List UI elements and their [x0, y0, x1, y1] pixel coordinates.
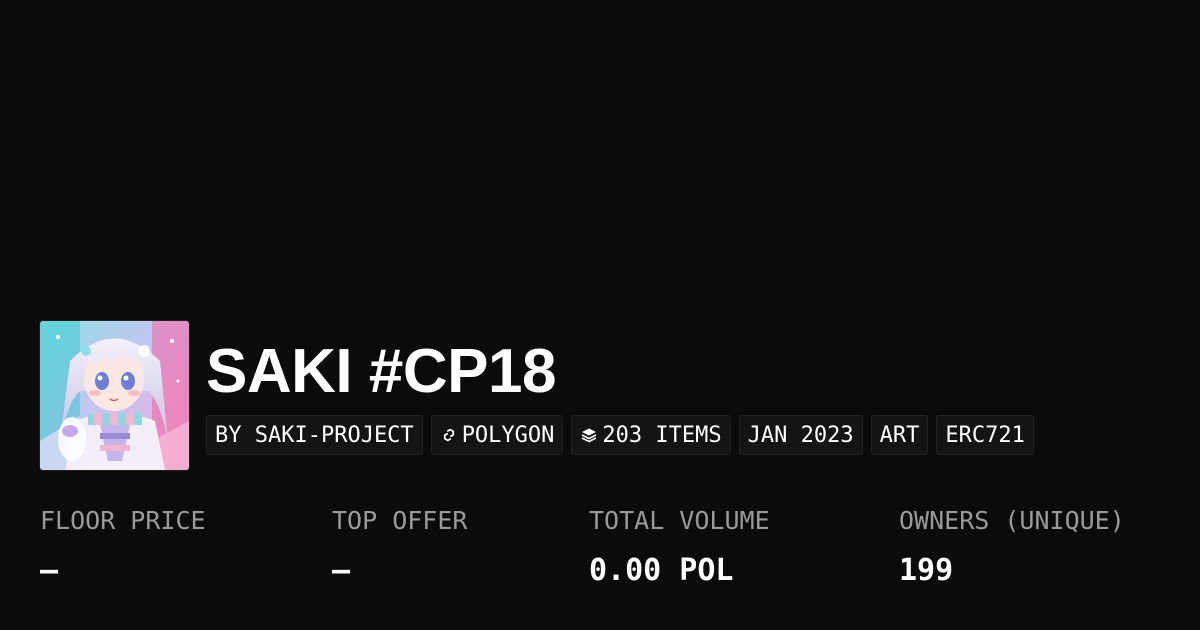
stat-value: 0.00 POL	[589, 553, 734, 588]
polygon-chain-icon	[440, 426, 458, 444]
tag-label: ART	[879, 422, 920, 448]
anime-character-avatar-icon	[40, 321, 189, 470]
tag-creator[interactable]: BY SAKI-PROJECT	[206, 415, 423, 455]
tag-label: BY SAKI-PROJECT	[215, 422, 414, 448]
tag-label: JAN 2023	[747, 422, 854, 448]
tag-chain[interactable]: POLYGON	[430, 415, 564, 455]
stat-top-offer: TOP OFFER –	[332, 503, 467, 589]
stat-total-volume: TOTAL VOLUME 0.00 POL	[589, 503, 770, 589]
stat-value: –	[40, 553, 59, 588]
tag-created-date[interactable]: JAN 2023	[738, 415, 863, 455]
stat-label: OWNERS (UNIQUE)	[899, 506, 1125, 535]
collection-card: SAKI #CP18 BY SAKI-PROJECT POLYGON 203 I…	[0, 0, 1200, 630]
stat-label: TOP OFFER	[332, 506, 468, 535]
stat-label: FLOOR PRICE	[40, 506, 206, 535]
collection-title: SAKI #CP18	[206, 337, 556, 406]
collection-avatar	[40, 321, 189, 470]
stat-label: TOTAL VOLUME	[589, 506, 770, 535]
tag-category[interactable]: ART	[870, 415, 929, 455]
tag-label: 203 ITEMS	[602, 422, 722, 448]
stat-value: 199	[899, 553, 954, 588]
tag-label: POLYGON	[461, 422, 555, 448]
stat-floor-price: FLOOR PRICE –	[40, 503, 206, 589]
stat-owners-unique: OWNERS (UNIQUE) 199	[899, 503, 1125, 589]
tag-item-count[interactable]: 203 ITEMS	[571, 415, 731, 455]
stat-value: –	[332, 553, 351, 588]
tag-label: ERC721	[945, 422, 1025, 448]
collection-tags: BY SAKI-PROJECT POLYGON 203 ITEMS JAN 20…	[206, 415, 1034, 455]
layers-icon	[580, 426, 598, 444]
tag-standard[interactable]: ERC721	[936, 415, 1034, 455]
